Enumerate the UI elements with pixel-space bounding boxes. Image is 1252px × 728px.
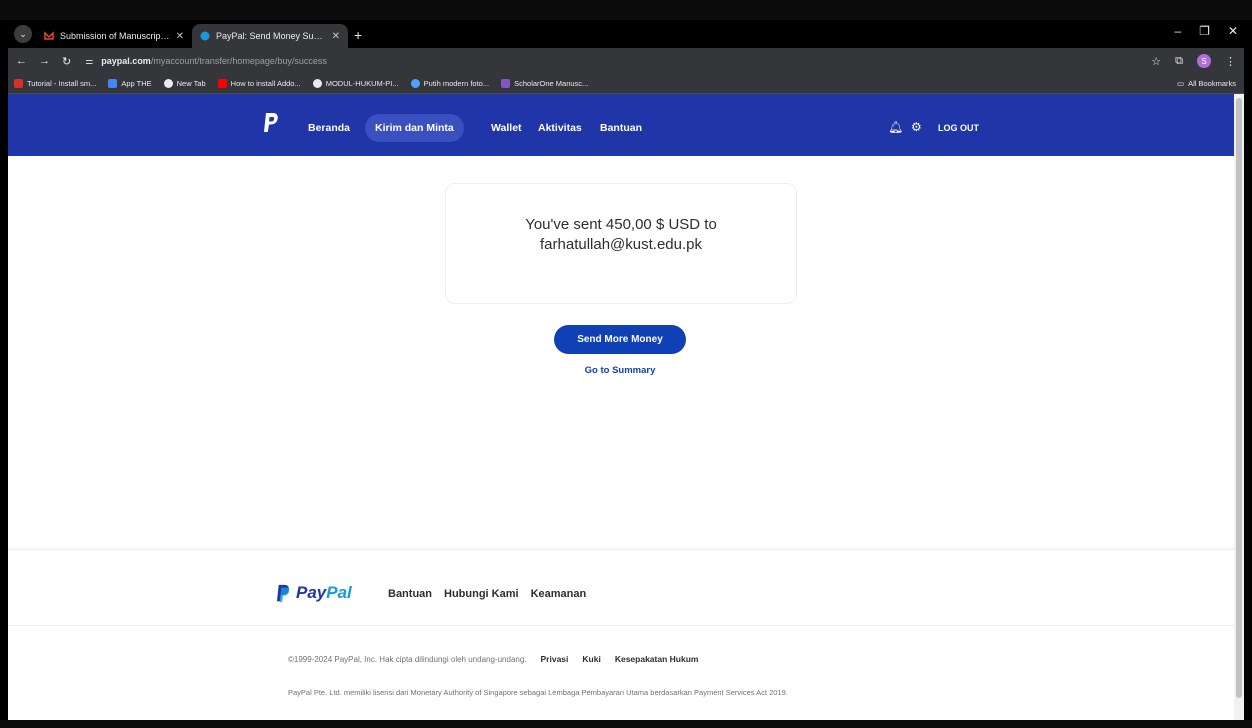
tab-close-icon[interactable]: ✕ [332, 31, 340, 42]
footer-links: Bantuan Hubungi Kami Keamanan [388, 588, 586, 600]
minimize-icon[interactable]: – [1174, 24, 1181, 38]
tab-title: Submission of Manuscript and [60, 31, 170, 41]
folder-icon: ▭ [1176, 79, 1185, 88]
nav-bantuan[interactable]: Bantuan [590, 114, 652, 142]
bookmark-label: ScholarOne Manusc... [514, 79, 589, 88]
footer-logo[interactable]: PayPal [276, 583, 352, 603]
bookmarks-bar: Tutorial - Install sm... App THE New Tab… [8, 74, 1244, 94]
tab-strip: ⌄ Submission of Manuscript and ✕ PayPal:… [8, 20, 1244, 48]
page-viewport: Beranda Kirim dan Minta Wallet Aktivitas… [8, 94, 1244, 720]
footer-link-hubungi-kami[interactable]: Hubungi Kami [444, 588, 519, 600]
bookmark-favicon-icon [312, 79, 322, 88]
bookmark-label: New Tab [176, 79, 206, 88]
bookmark-favicon-icon [410, 79, 420, 88]
nav-aktivitas[interactable]: Aktivitas [528, 114, 592, 142]
bookmark-item[interactable]: MODUL-HUKUM-PI... [312, 79, 399, 88]
new-tab-button[interactable]: + [354, 27, 362, 43]
copyright-text: ©1999-2024 PayPal, Inc. Hak cipta dilind… [288, 654, 527, 664]
bookmark-item[interactable]: How to install Addo... [217, 79, 301, 88]
browser-toolbar: ← → ↻ ⚌ paypal.com/myaccount/transfer/ho… [8, 48, 1244, 74]
footer-divider [8, 625, 1234, 626]
address-bar[interactable]: ⚌ paypal.com/myaccount/transfer/homepage… [83, 51, 1139, 71]
gmail-icon [44, 31, 54, 40]
nav-kirim-dan-minta[interactable]: Kirim dan Minta [365, 114, 464, 142]
bookmark-favicon-icon [163, 79, 173, 88]
screen-bottom-edge [0, 720, 1252, 728]
browser-window: ⌄ Submission of Manuscript and ✕ PayPal:… [8, 20, 1244, 720]
footer-link-keamanan[interactable]: Keamanan [531, 588, 587, 600]
legal-link-privasi[interactable]: Privasi [541, 654, 569, 664]
page-scrollbar[interactable] [1234, 94, 1244, 720]
screen-top-edge [0, 0, 1252, 20]
tab-paypal[interactable]: PayPal: Send Money Success ✕ [192, 24, 348, 48]
profile-avatar[interactable]: S [1197, 54, 1211, 68]
forward-icon[interactable]: → [39, 55, 50, 67]
tab-close-icon[interactable]: ✕ [176, 31, 184, 42]
bookmark-favicon-icon [217, 79, 227, 88]
legal-link-kuki[interactable]: Kuki [582, 654, 600, 664]
bookmark-item[interactable]: New Tab [163, 79, 206, 88]
reload-icon[interactable]: ↻ [62, 55, 71, 68]
bookmark-label: Tutorial - Install sm... [27, 79, 97, 88]
success-message: You've sent 450,00 $ USD to farhatullah@… [446, 215, 796, 255]
paypal-header: Beranda Kirim dan Minta Wallet Aktivitas… [8, 94, 1234, 156]
nav-beranda[interactable]: Beranda [298, 114, 360, 142]
bookmark-item[interactable]: Putih modern foto... [410, 79, 490, 88]
all-bookmarks-button[interactable]: ▭ All Bookmarks [1177, 79, 1236, 88]
bookmark-star-icon[interactable]: ☆ [1151, 55, 1161, 68]
success-card: You've sent 450,00 $ USD to farhatullah@… [445, 183, 797, 304]
site-info-icon[interactable]: ⚌ [85, 56, 93, 67]
close-window-icon[interactable]: ✕ [1228, 24, 1238, 38]
toolbar-actions: ☆ ⧉ S ⋮ [1151, 54, 1236, 68]
window-controls: – ❐ ✕ [1174, 24, 1238, 38]
go-to-summary-link[interactable]: Go to Summary [570, 365, 670, 376]
extensions-icon[interactable]: ⧉ [1175, 55, 1183, 68]
bookmark-label: Putih modern foto... [423, 79, 490, 88]
tab-gmail[interactable]: Submission of Manuscript and ✕ [36, 24, 192, 48]
logout-button[interactable]: LOG OUT [938, 123, 979, 133]
nav-wallet[interactable]: Wallet [481, 114, 532, 142]
all-bookmarks-label: All Bookmarks [1188, 79, 1236, 88]
bookmark-label: App THE [121, 79, 152, 88]
url-path: /myaccount/transfer/homepage/buy/success [150, 56, 327, 66]
paypal-favicon-icon [200, 31, 210, 41]
success-message-amount: You've sent 450,00 $ USD to [525, 216, 717, 233]
license-text: PayPal Pte. Ltd. memiliki lisensi dari M… [288, 688, 788, 697]
paypal-wordmark: PayPal [296, 583, 352, 602]
url-host: paypal.com [101, 56, 151, 66]
bookmark-favicon-icon [501, 79, 511, 88]
paypal-logo-icon[interactable] [263, 112, 279, 134]
back-icon[interactable]: ← [16, 55, 27, 67]
bookmark-item[interactable]: App THE [108, 79, 152, 88]
bookmark-favicon-icon [14, 79, 23, 88]
success-message-recipient: farhatullah@kust.edu.pk [540, 236, 702, 253]
footer-link-bantuan[interactable]: Bantuan [388, 588, 432, 600]
tab-title: PayPal: Send Money Success [216, 31, 326, 41]
scrollbar-thumb[interactable] [1236, 98, 1242, 698]
paypal-footer: PayPal Bantuan Hubungi Kami Keamanan ©19… [8, 549, 1234, 720]
notification-bell-icon[interactable]: 🔔︎ [888, 120, 903, 134]
browser-menu-icon[interactable]: ⋮ [1225, 55, 1236, 68]
legal-link-kesepakatan-hukum[interactable]: Kesepakatan Hukum [615, 654, 699, 664]
bookmark-label: MODUL-HUKUM-PI... [325, 79, 399, 88]
bookmark-item[interactable]: Tutorial - Install sm... [14, 79, 96, 88]
tab-search-button[interactable]: ⌄ [14, 25, 32, 43]
bookmark-item[interactable]: ScholarOne Manusc... [501, 79, 588, 88]
footer-legal: ©1999-2024 PayPal, Inc. Hak cipta dilind… [288, 654, 698, 664]
bookmark-favicon-icon [108, 79, 118, 88]
bookmark-label: How to install Addo... [230, 79, 301, 88]
settings-gear-icon[interactable]: ⚙ [911, 120, 922, 134]
paypal-logo-icon [276, 584, 290, 602]
send-more-money-button[interactable]: Send More Money [554, 325, 686, 354]
restore-icon[interactable]: ❐ [1199, 24, 1210, 38]
